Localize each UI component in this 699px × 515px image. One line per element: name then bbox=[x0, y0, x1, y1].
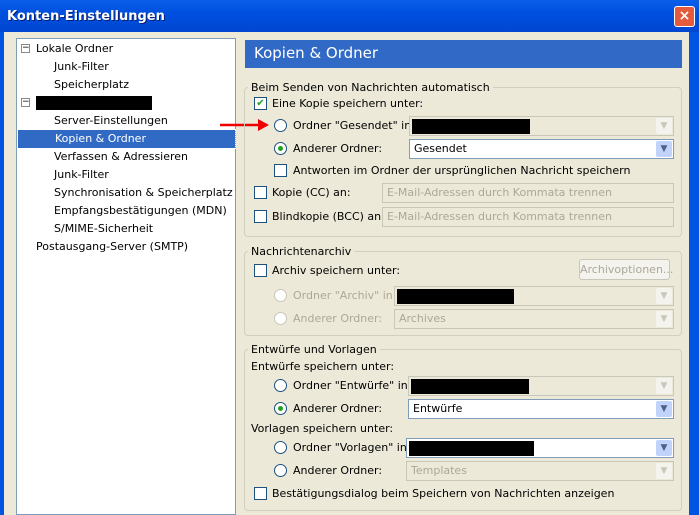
archive-folder-radio[interactable] bbox=[274, 289, 287, 302]
account-tree[interactable]: − Lokale Ordner Junk-Filter Speicherplat… bbox=[16, 38, 236, 515]
archive-options-button[interactable]: Archivoptionen... bbox=[579, 259, 673, 280]
drafts-folder-radio[interactable] bbox=[274, 379, 287, 392]
templates-other-label: Anderer Ordner: bbox=[293, 464, 383, 477]
replies-label: Antworten im Ordner der ursprünglichen N… bbox=[293, 164, 631, 177]
save-copy-label: Eine Kopie speichern unter: bbox=[272, 97, 424, 110]
templates-folder-label: Ordner "Vorlagen" in: bbox=[293, 441, 411, 454]
tree-item-smime[interactable]: S/MIME-Sicherheit bbox=[54, 220, 153, 238]
chevron-down-icon: ▼ bbox=[656, 141, 672, 157]
templates-other-select[interactable]: Templates ▼ bbox=[406, 461, 674, 481]
page-title: Kopien & Ordner bbox=[245, 40, 682, 68]
templates-other-radio[interactable] bbox=[274, 464, 287, 477]
archive-folder-label: Ordner "Archiv" in: bbox=[293, 289, 397, 302]
tree-item-storage[interactable]: Speicherplatz bbox=[54, 76, 129, 94]
save-copy-checkbox[interactable]: ✔ bbox=[254, 97, 267, 110]
tree-item-sync[interactable]: Synchronisation & Speicherplatz bbox=[54, 184, 233, 202]
drafts-other-select[interactable]: Entwürfe ▼ bbox=[408, 399, 674, 419]
tree-item-mdn[interactable]: Empfangsbestätigungen (MDN) bbox=[54, 202, 227, 220]
tree-item-junk-filter-2[interactable]: Junk-Filter bbox=[54, 166, 109, 184]
redacted-account bbox=[411, 379, 529, 394]
chevron-down-icon: ▼ bbox=[656, 401, 672, 417]
archive-other-radio[interactable] bbox=[274, 312, 287, 325]
templates-save-label: Vorlagen speichern unter: bbox=[251, 422, 394, 435]
confirm-dialog-checkbox[interactable] bbox=[254, 487, 267, 500]
tree-item-copies-folders[interactable]: Kopien & Ordner bbox=[17, 129, 236, 149]
bcc-checkbox[interactable] bbox=[254, 210, 267, 223]
title-bar: Konten-Einstellungen bbox=[0, 0, 699, 32]
chevron-down-icon: ▼ bbox=[656, 463, 672, 479]
other-folder-label: Anderer Ordner: bbox=[293, 142, 383, 155]
redacted-account bbox=[412, 119, 530, 134]
drafts-other-label: Anderer Ordner: bbox=[293, 402, 383, 415]
chevron-down-icon: ▼ bbox=[656, 440, 672, 456]
sent-folder-label: Ordner "Gesendet" in: bbox=[293, 119, 415, 132]
sending-legend: Beim Senden von Nachrichten automatisch bbox=[248, 81, 493, 94]
redacted-account bbox=[397, 289, 514, 304]
drafts-folder-select[interactable]: ▼ bbox=[408, 376, 674, 396]
tree-item-server-settings[interactable]: Server-Einstellungen bbox=[54, 112, 168, 130]
close-button[interactable]: × bbox=[674, 6, 695, 27]
archive-other-label: Anderer Ordner: bbox=[293, 312, 383, 325]
collapse-icon[interactable]: − bbox=[21, 98, 30, 107]
chevron-down-icon: ▼ bbox=[656, 118, 672, 134]
redacted-account bbox=[409, 441, 534, 456]
templates-other-value: Templates bbox=[411, 464, 467, 477]
tree-item-junk-filter[interactable]: Junk-Filter bbox=[54, 58, 109, 76]
archive-other-select[interactable]: Archives ▼ bbox=[394, 309, 674, 329]
drafts-folder-label: Ordner "Entwürfe" in: bbox=[293, 379, 412, 392]
other-folder-value: Gesendet bbox=[414, 142, 467, 155]
tree-item-composition[interactable]: Verfassen & Adressieren bbox=[54, 148, 188, 166]
chevron-down-icon: ▼ bbox=[656, 378, 672, 394]
collapse-icon[interactable]: − bbox=[21, 44, 30, 53]
drafts-legend: Entwürfe und Vorlagen bbox=[248, 343, 380, 356]
confirm-dialog-label: Bestätigungsdialog beim Speichern von Na… bbox=[272, 487, 615, 500]
bcc-input[interactable]: E-Mail-Adressen durch Kommata trennen bbox=[382, 207, 674, 227]
other-folder-select[interactable]: Gesendet ▼ bbox=[409, 139, 674, 159]
chevron-down-icon: ▼ bbox=[656, 311, 672, 327]
bcc-label: Blindkopie (BCC) an: bbox=[272, 210, 385, 223]
tree-item-smtp[interactable]: Postausgang-Server (SMTP) bbox=[36, 238, 188, 256]
archive-folder-select[interactable]: ▼ bbox=[394, 286, 674, 306]
templates-folder-radio[interactable] bbox=[274, 441, 287, 454]
sent-folder-select[interactable]: ▼ bbox=[409, 116, 674, 136]
other-folder-radio[interactable] bbox=[274, 142, 287, 155]
window-title: Konten-Einstellungen bbox=[7, 9, 165, 24]
tree-item-local-folders[interactable]: Lokale Ordner bbox=[36, 40, 113, 58]
archive-other-value: Archives bbox=[399, 312, 446, 325]
sent-folder-radio[interactable] bbox=[274, 119, 287, 132]
cc-label: Kopie (CC) an: bbox=[272, 186, 351, 199]
chevron-down-icon: ▼ bbox=[656, 288, 672, 304]
drafts-save-label: Entwürfe speichern unter: bbox=[251, 360, 395, 373]
drafts-other-radio[interactable] bbox=[274, 402, 287, 415]
cc-input[interactable]: E-Mail-Adressen durch Kommata trennen bbox=[382, 183, 674, 203]
archive-label: Archiv speichern unter: bbox=[272, 264, 401, 277]
archive-checkbox[interactable] bbox=[254, 264, 267, 277]
tree-item-account-redacted[interactable] bbox=[36, 96, 152, 110]
replies-checkbox[interactable] bbox=[274, 164, 287, 177]
archive-legend: Nachrichtenarchiv bbox=[248, 245, 355, 258]
templates-folder-select[interactable]: ▼ bbox=[406, 438, 674, 458]
cc-checkbox[interactable] bbox=[254, 186, 267, 199]
drafts-other-value: Entwürfe bbox=[413, 402, 463, 415]
